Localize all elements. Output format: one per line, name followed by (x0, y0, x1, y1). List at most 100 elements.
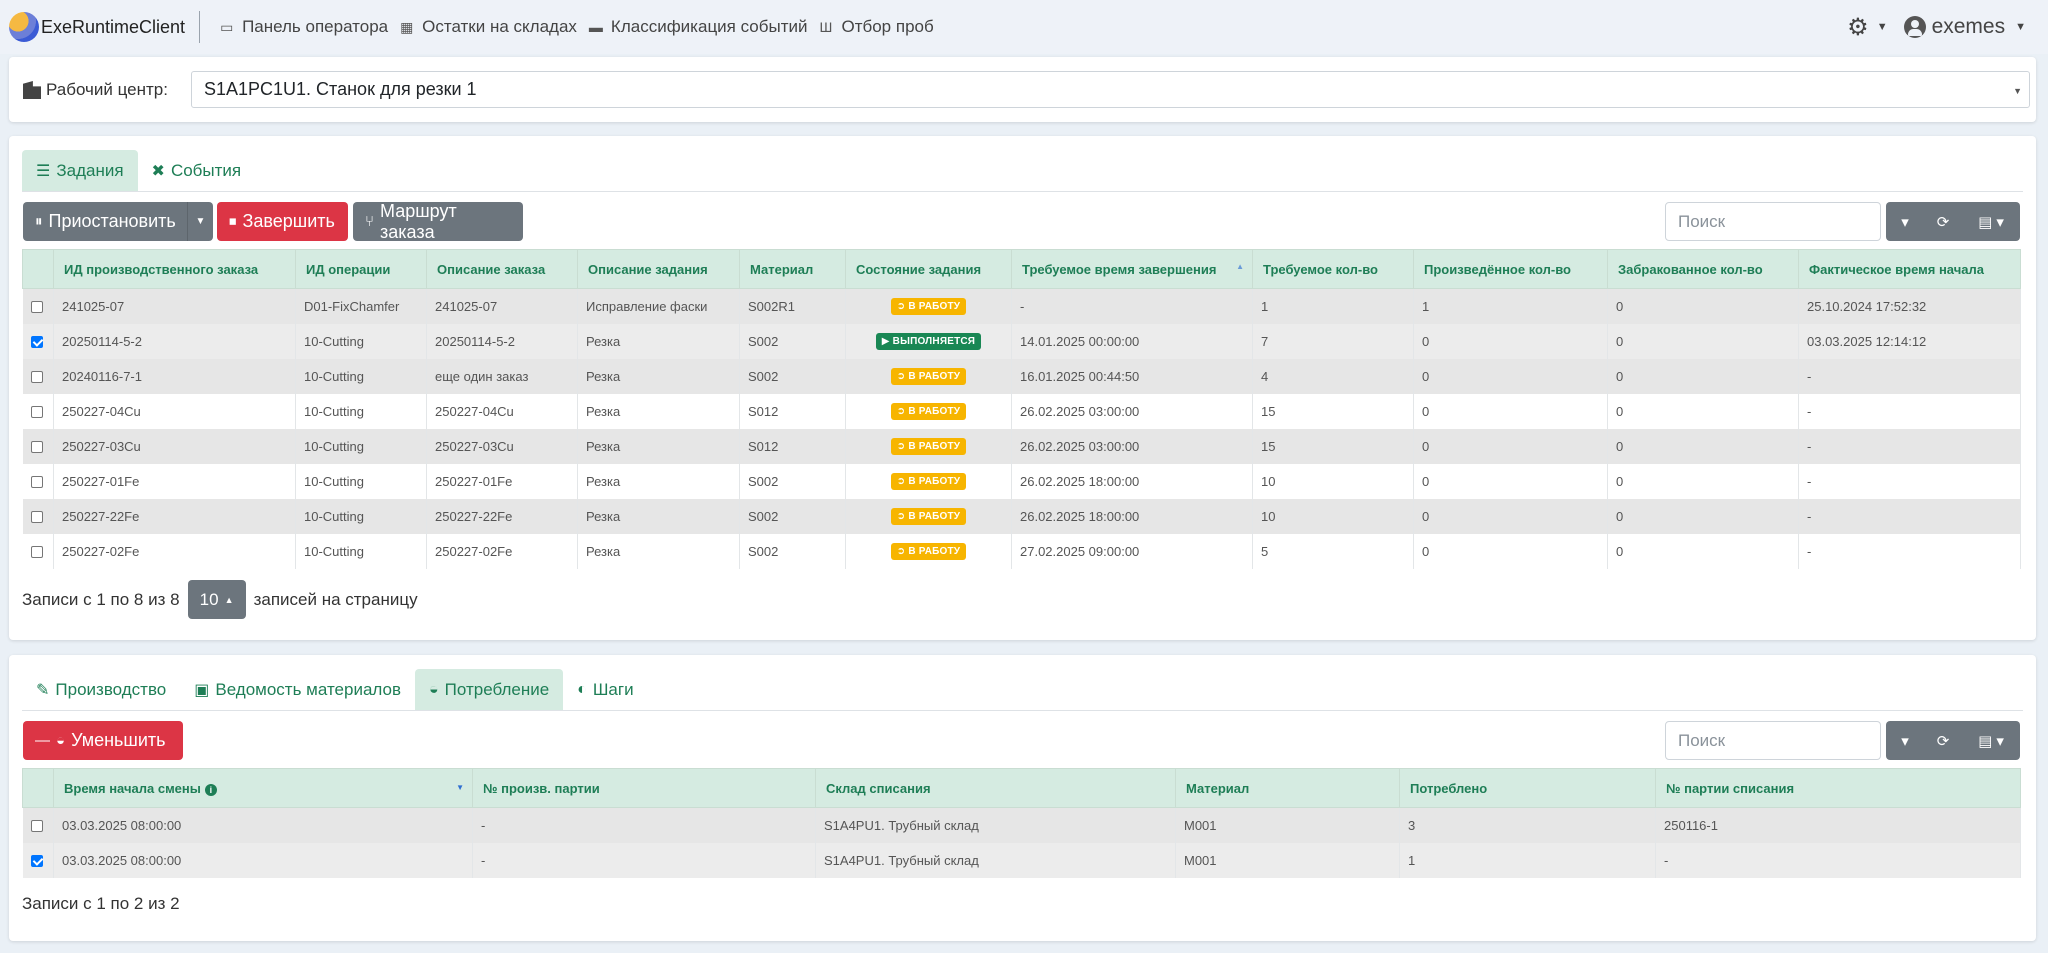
col-writeoff-lot[interactable]: № партии списания (1655, 768, 2021, 808)
cell-material: S002 (739, 498, 846, 534)
table-row[interactable]: 250227-02Fe 10-Cutting 250227-02Fe Резка… (22, 533, 2021, 569)
order-route-button[interactable]: ⑂ Маршрут заказа (353, 201, 523, 242)
reduce-button[interactable]: — ◒ Уменьшить (23, 721, 183, 760)
col-task-state[interactable]: Состояние задания (845, 249, 1012, 289)
app-logo (9, 12, 39, 42)
collapse-toggle-icon[interactable]: ▾ (1886, 213, 1924, 231)
col-production-batch[interactable]: № произв. партии (472, 768, 816, 808)
nav-sampling[interactable]: Ш Отбор проб (819, 17, 933, 37)
table-row[interactable]: 20240116-7-1 10-Cutting еще один заказ Р… (22, 358, 2021, 394)
cell-material: S002 (739, 533, 846, 569)
brand[interactable]: ExeRuntimeClient (9, 0, 185, 54)
nav-warehouse-stock[interactable]: ▦ Остатки на складах (400, 17, 577, 37)
cell-due-time: - (1011, 288, 1253, 324)
tab-tasks[interactable]: ☰ Задания (22, 150, 138, 191)
col-writeoff-warehouse[interactable]: Склад списания (815, 768, 1176, 808)
cell-production-batch: - (472, 842, 816, 878)
user-avatar-icon[interactable] (1903, 16, 1926, 38)
row-checkbox[interactable] (30, 476, 43, 489)
table-row[interactable]: 03.03.2025 08:00:00 - S1A4PU1. Трубный с… (22, 842, 2021, 878)
col-required-qty[interactable]: Требуемое кол-во (1252, 249, 1414, 289)
cell-writeoff-warehouse: S1A4PU1. Трубный склад (815, 842, 1176, 878)
status-badge: ➲ В РАБОТУ (890, 368, 967, 385)
row-checkbox[interactable] (30, 406, 43, 419)
col-consumed[interactable]: Потреблено (1399, 768, 1656, 808)
info-icon[interactable]: i (204, 783, 217, 796)
col-task-desc[interactable]: Описание задания (577, 249, 740, 289)
col-actual-start[interactable]: Фактическое время начала (1798, 249, 2021, 289)
col-rejected-qty[interactable]: Забракованное кол-во (1607, 249, 1799, 289)
finish-button-label: Завершить (242, 211, 335, 231)
status-badge-text: В РАБОТУ (908, 371, 961, 382)
pause-button[interactable]: ⏸ Приостановить ▼ (23, 202, 213, 241)
refresh-icon[interactable]: ⟳ (1924, 213, 1962, 231)
cell-required-qty: 4 (1252, 358, 1414, 394)
tasks-search-input[interactable]: Поиск (1665, 202, 1881, 241)
row-checkbox[interactable] (30, 546, 43, 559)
col-order-desc[interactable]: Описание заказа (426, 249, 578, 289)
finish-button[interactable]: ⏹ Завершить (217, 202, 348, 241)
col-material[interactable]: Материал (739, 249, 846, 289)
cell-rejected-qty: 0 (1607, 428, 1799, 464)
user-name[interactable]: exemes (1932, 15, 2006, 39)
col-material[interactable]: Материал (1175, 768, 1400, 808)
tab-steps[interactable]: ◐ Шаги (563, 669, 647, 710)
row-checkbox[interactable] (30, 336, 43, 349)
table-row[interactable]: 241025-07 D01-FixChamfer 241025-07 Испра… (22, 288, 2021, 324)
nav-event-classification[interactable]: ▬ Классификация событий (589, 17, 808, 37)
row-checkbox[interactable] (30, 301, 43, 314)
settings-caret-icon[interactable]: ▼ (1877, 21, 1888, 33)
table-row[interactable]: 250227-22Fe 10-Cutting 250227-22Fe Резка… (22, 498, 2021, 534)
settings-gear-icon[interactable]: ⚙ (1847, 13, 1869, 42)
col-shift-start[interactable]: Время начала смены i ▼ (53, 768, 473, 808)
cell-consumed: 3 (1399, 807, 1656, 843)
tab-events[interactable]: ✖ События (138, 150, 256, 191)
status-badge: ➲ В РАБОТУ (890, 473, 967, 490)
row-checkbox[interactable] (30, 441, 43, 454)
table-row[interactable]: 20250114-5-2 10-Cutting 20250114-5-2 Рез… (22, 323, 2021, 359)
tab-bill-of-materials-label: Ведомость материалов (215, 679, 401, 699)
nav-operator-panel[interactable]: ▭ Панель оператора (220, 17, 388, 37)
row-checkbox[interactable] (30, 820, 43, 833)
table-row[interactable]: 03.03.2025 08:00:00 - S1A4PU1. Трубный с… (22, 807, 2021, 843)
row-checkbox[interactable] (30, 511, 43, 524)
col-operation-id[interactable]: ИД операции (295, 249, 427, 289)
col-order-id[interactable]: ИД производственного заказа (53, 249, 296, 289)
tasks-table: ИД производственного заказа ИД операции … (22, 249, 2021, 569)
cell-material: M001 (1175, 807, 1400, 843)
refresh-icon[interactable]: ⟳ (1924, 732, 1962, 750)
status-badge-text: В РАБОТУ (908, 511, 961, 522)
table-row[interactable]: 250227-01Fe 10-Cutting 250227-01Fe Резка… (22, 463, 2021, 499)
cell-produced-qty: 0 (1413, 533, 1608, 569)
workcenter-select[interactable]: S1A1PC1U1. Станок для резки 1 ▼ (191, 71, 2030, 108)
cell-required-qty: 1 (1252, 288, 1414, 324)
reduce-button-label: Уменьшить (71, 730, 166, 750)
col-produced-qty[interactable]: Произведённое кол-во (1413, 249, 1608, 289)
row-checkbox[interactable] (30, 371, 43, 384)
columns-icon[interactable]: ▤ ▾ (1962, 213, 2020, 231)
cell-order-desc: 20250114-5-2 (426, 323, 578, 359)
consumption-search-input[interactable]: Поиск (1665, 721, 1881, 760)
cell-material: M001 (1175, 842, 1400, 878)
collapse-toggle-icon[interactable]: ▾ (1886, 732, 1924, 750)
table-row[interactable]: 250227-04Cu 10-Cutting 250227-04Cu Резка… (22, 393, 2021, 429)
cell-shift-start: 03.03.2025 08:00:00 (53, 842, 473, 878)
nav-sampling-label: Отбор проб (841, 17, 934, 36)
tab-bill-of-materials[interactable]: ▣ Ведомость материалов (180, 669, 415, 710)
seedling-icon: ✎ (36, 681, 50, 699)
page-size-select[interactable]: 10 ▲ (187, 580, 246, 619)
tab-production[interactable]: ✎ Производство (22, 669, 180, 710)
tools-icon: ✖ (151, 162, 165, 180)
row-checkbox[interactable] (30, 855, 43, 868)
col-due-time[interactable]: Требуемое время завершения ▲ (1011, 249, 1253, 289)
tab-consumption[interactable]: ◒ Потребление (415, 669, 564, 710)
table-row[interactable]: 250227-03Cu 10-Cutting 250227-03Cu Резка… (22, 428, 2021, 464)
tab-steps-label: Шаги (592, 679, 634, 699)
user-caret-icon[interactable]: ▼ (2015, 21, 2026, 33)
cell-due-time: 16.01.2025 00:44:50 (1011, 358, 1253, 394)
tasks-pager-suffix: записей на страницу (253, 589, 418, 609)
status-badge-text: В РАБОТУ (908, 546, 961, 557)
workcenter-select-value: S1A1PC1U1. Станок для резки 1 (204, 79, 477, 99)
columns-icon[interactable]: ▤ ▾ (1962, 732, 2020, 750)
pause-dropdown-toggle[interactable]: ▼ (187, 202, 213, 241)
